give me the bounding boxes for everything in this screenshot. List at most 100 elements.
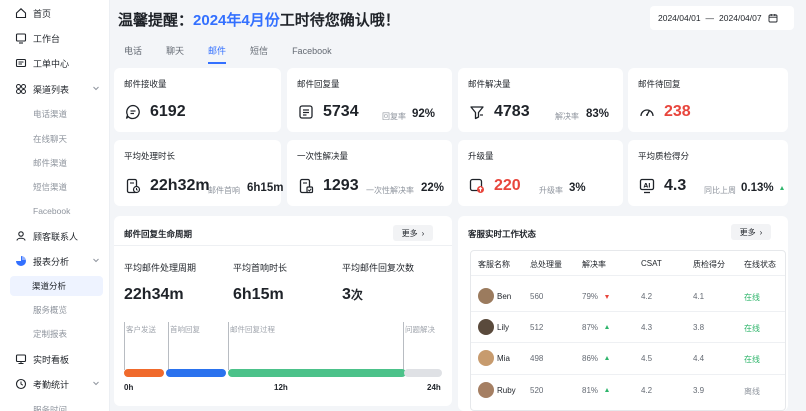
- sidebar-item-label: 考勤统计: [33, 379, 70, 390]
- sidebar-sub-chat[interactable]: 在线聊天: [0, 129, 110, 149]
- tab-sms[interactable]: 短信: [238, 38, 280, 64]
- sidebar-sub-facebook[interactable]: Facebook: [0, 201, 110, 221]
- agents-more-button[interactable]: 更多 ›: [731, 224, 771, 240]
- table-row[interactable]: [471, 346, 785, 370]
- lifecycle-more-button[interactable]: 更多 ›: [393, 225, 433, 241]
- stat-unit: 次: [350, 288, 363, 302]
- panel-title: 客服实时工作状态: [468, 229, 537, 239]
- channel-icon: [14, 83, 27, 96]
- metric-value: 5734: [323, 103, 359, 120]
- metric-side-label: 邮件首响: [208, 186, 240, 195]
- sidebar-sub-service-time[interactable]: 服务时间: [0, 400, 110, 411]
- metric-side-value: 0.13%: [741, 182, 774, 194]
- more-label: 更多: [401, 228, 418, 238]
- sidebar-item-label: 工单中心: [33, 58, 70, 69]
- title-prefix: 温馨提醒：: [118, 12, 194, 29]
- agent-rate: 86%: [582, 354, 599, 363]
- sidebar-item-workbench[interactable]: 工作台: [0, 28, 110, 48]
- date-range-picker[interactable]: 2024/04/01 — 2024/04/07: [650, 6, 794, 30]
- avatar: [478, 382, 494, 398]
- report-icon: [14, 255, 27, 268]
- sidebar-item-contacts[interactable]: 顾客联系人: [0, 226, 110, 246]
- metric-card-email-replied: 邮件回复量 5734 回复率 92%: [287, 68, 452, 132]
- sidebar-item-label: 顾客联系人: [33, 231, 79, 242]
- row-divider: [471, 342, 785, 343]
- sidebar-item-home[interactable]: 首页: [0, 3, 110, 23]
- sidebar-item-reports[interactable]: 报表分析: [0, 251, 110, 271]
- sidebar-sub-channel-analysis[interactable]: 渠道分析: [10, 276, 103, 296]
- lifecycle-marker-label: 邮件回复过程: [230, 325, 275, 334]
- metric-card-email-resolved: 邮件解决量 4783 解决率 83%: [458, 68, 623, 132]
- sidebar-item-label: 报表分析: [33, 256, 70, 267]
- metric-label: 平均质检得分: [638, 151, 690, 161]
- sidebar-item-live-board[interactable]: 实时看板: [0, 349, 110, 369]
- sidebar-item-tickets[interactable]: 工单中心: [0, 53, 110, 73]
- agent-name: Mia: [497, 354, 510, 363]
- sidebar-sub-phone[interactable]: 电话渠道: [0, 104, 110, 124]
- agent-total: 498: [530, 354, 544, 363]
- email-reply-icon: [297, 103, 315, 121]
- agent-rate: 87%: [582, 323, 599, 332]
- lifecycle-marker: [228, 322, 229, 370]
- lifecycle-marker: [124, 322, 125, 370]
- tab-phone[interactable]: 电话: [112, 38, 154, 64]
- page-title: 温馨提醒：2024年4月份工时待您确认哦！: [118, 9, 400, 30]
- metric-card-avg-qa-score: 平均质检得分 AI 4.3 同比上周 0.13%: [628, 140, 788, 206]
- sidebar-sub-custom-report[interactable]: 定制报表: [0, 324, 110, 344]
- metric-card-escalations: 升级量 220 升级率 3%: [458, 140, 623, 206]
- divider: [114, 245, 452, 246]
- timeline-segment-first-response: [166, 369, 226, 377]
- gauge-icon: [638, 103, 656, 121]
- tab-email[interactable]: 邮件: [196, 38, 238, 64]
- trend-up-icon: [605, 356, 609, 360]
- chevron-down-icon: [93, 86, 99, 91]
- agent-name: Lily: [497, 323, 510, 332]
- timeline-tick-label: 24h: [427, 383, 441, 392]
- sidebar-item-label: 渠道列表: [33, 84, 70, 95]
- date-start: 2024/04/01: [658, 13, 701, 23]
- column-header: 总处理量: [530, 260, 562, 269]
- timeline-segment-first-send: [124, 369, 164, 377]
- table-row[interactable]: [471, 283, 785, 307]
- chevron-down-icon: [93, 381, 99, 386]
- sidebar-sub-email[interactable]: 邮件渠道: [0, 153, 110, 173]
- tab-chat[interactable]: 聊天: [154, 38, 196, 64]
- title-highlight[interactable]: 2024年4月份: [193, 12, 280, 29]
- avatar: [478, 288, 494, 304]
- table-row[interactable]: [471, 378, 785, 402]
- timeline-segment-reply-process: [228, 369, 406, 377]
- metric-label: 邮件解决量: [468, 79, 511, 89]
- avatar: [478, 350, 494, 366]
- trend-up-icon: [780, 186, 784, 190]
- metric-value: 238: [664, 103, 691, 120]
- lifecycle-stat-value: 6h15m: [233, 286, 284, 303]
- agent-csat: 4.2: [641, 386, 653, 395]
- sidebar-item-channels[interactable]: 渠道列表: [0, 79, 110, 99]
- sidebar-item-label: 工作台: [33, 33, 61, 44]
- panel-title: 邮件回复生命周期: [124, 229, 193, 239]
- svg-text:AI: AI: [644, 182, 651, 189]
- sidebar-item-attendance[interactable]: 考勤统计: [0, 374, 110, 394]
- chevron-right-icon: ›: [421, 228, 425, 238]
- sidebar-sub-sms[interactable]: 短信渠道: [0, 177, 110, 197]
- agent-total: 560: [530, 292, 544, 301]
- row-divider: [471, 374, 785, 375]
- column-header: CSAT: [641, 259, 662, 268]
- home-icon: [14, 7, 27, 20]
- timeline-tick-label: 0h: [124, 383, 134, 392]
- agent-qa: 4.1: [693, 292, 705, 301]
- metric-card-email-received: 邮件接收量 6192: [114, 68, 281, 132]
- metric-side-label: 升级率: [539, 186, 563, 195]
- tab-facebook[interactable]: Facebook: [280, 38, 344, 64]
- lifecycle-stat-value: 22h34m: [124, 286, 184, 303]
- lifecycle-marker-label: 首响回复: [170, 325, 200, 334]
- table-row[interactable]: [471, 315, 785, 339]
- sidebar-sub-service-overview[interactable]: 服务概览: [0, 300, 110, 320]
- metric-value: 4.3: [664, 177, 687, 194]
- lifecycle-marker: [168, 322, 169, 370]
- agent-qa: 3.8: [693, 323, 705, 332]
- agent-name: Ruby: [497, 386, 516, 395]
- sidebar-item-label: 首页: [33, 8, 52, 19]
- agent-rate: 79%: [582, 292, 599, 301]
- row-divider: [471, 311, 785, 312]
